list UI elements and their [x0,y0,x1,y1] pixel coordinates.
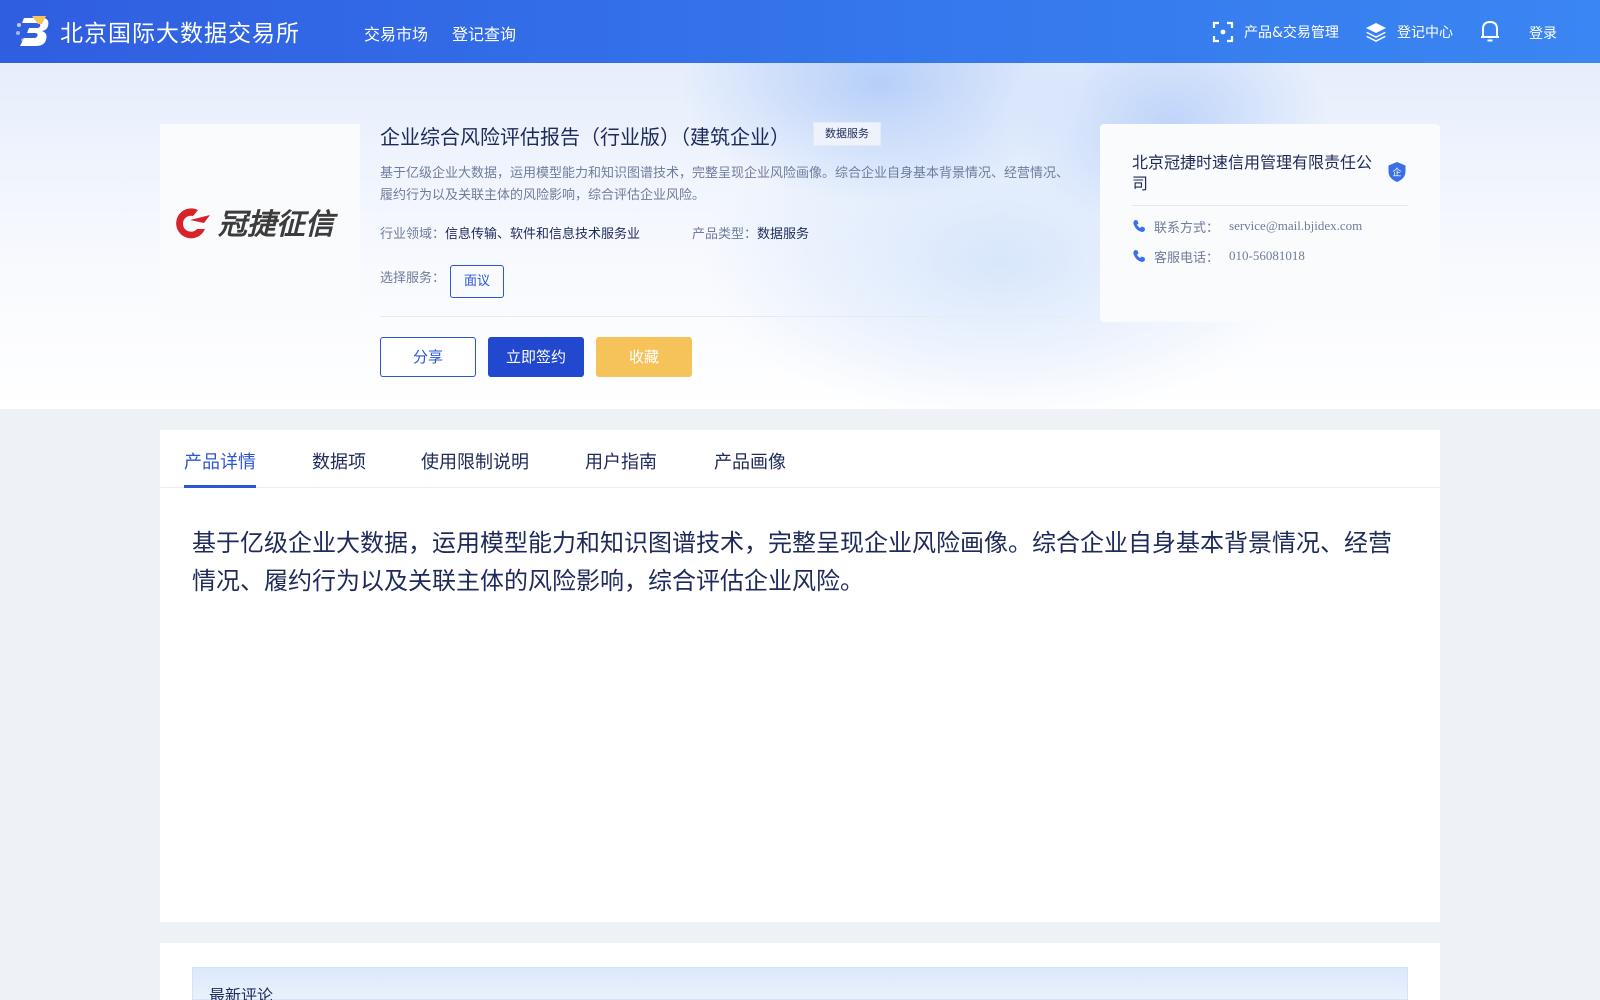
svg-text:冠捷征信: 冠捷征信 [218,207,338,241]
brand-logo-icon [16,16,49,46]
tab-user-guide[interactable]: 用户指南 [585,448,657,474]
service-phone-row: 客服电话： 010-56081018 [1132,246,1305,266]
product-type-value: 数据服务 [757,227,810,242]
product-hero: 冠捷征信 企业综合风险评估报告（行业版）（建筑企业） 数据服务 基于亿级企业大数… [0,63,1600,409]
phone-icon [1133,220,1145,232]
top-navigation-bar: 北京国际大数据交易所 交易市场 登记查询 产品&交易管理 登记中心 登录 [0,0,1600,63]
active-tab-indicator [184,485,256,488]
industry-field: 行业领域：信息传输、软件和信息技术服务业 [380,223,640,242]
select-service-label: 选择服务： [380,271,446,286]
contact-label: 联系方式： [1154,220,1220,236]
registry-center-label: 登记中心 [1397,25,1453,41]
industry-label: 行业领域： [380,227,446,242]
registry-center-link[interactable]: 登记中心 [1365,18,1453,46]
comments-title: 最新评论 [209,986,274,1000]
detail-tabs: 产品详情 数据项 使用限制说明 用户指南 产品画像 [160,430,1440,488]
scan-icon [1212,21,1234,43]
tab-usage-restrictions[interactable]: 使用限制说明 [421,448,529,474]
provider-logo: 冠捷征信 [176,207,338,241]
product-logo-card: 冠捷征信 [160,124,360,322]
sign-now-button[interactable]: 立即签约 [488,337,584,377]
comments-header: 最新评论 [192,967,1408,1000]
service-phone: 010-56081018 [1229,248,1305,263]
login-link[interactable]: 登录 [1529,23,1557,43]
favorite-button[interactable]: 收藏 [596,337,692,377]
product-detail-panel: 产品详情 数据项 使用限制说明 用户指南 产品画像 基于亿级企业大数据，运用模型… [160,430,1440,922]
product-type-badge: 数据服务 [813,122,881,146]
provider-divider [1132,205,1408,206]
product-trade-management-label: 产品&交易管理 [1244,25,1339,41]
brand-name: 北京国际大数据交易所 [60,21,300,47]
provider-name[interactable]: 北京冠捷时速信用管理有限责任公司 [1132,152,1382,194]
tab-product-details[interactable]: 产品详情 [184,448,256,474]
contact-email-row: 联系方式： service@mail.bjidex.com [1132,216,1362,236]
industry-value: 信息传输、软件和信息技术服务业 [445,227,641,242]
product-type-label: 产品类型： [692,227,758,242]
product-description: 基于亿级企业大数据，运用模型能力和知识图谱技术，完整呈现企业风险画像。综合企业自… [380,166,1070,203]
product-trade-management-link[interactable]: 产品&交易管理 [1212,18,1339,46]
brand[interactable]: 北京国际大数据交易所 [16,14,300,48]
product-detail-text: 基于亿级企业大数据，运用模型能力和知识图谱技术，完整呈现企业风险画像。综合企业自… [192,529,1392,595]
phone-icon [1133,250,1145,262]
phone-label: 客服电话： [1154,250,1220,266]
bell-icon[interactable] [1479,19,1501,43]
nav-registry-query[interactable]: 登记查询 [452,21,516,45]
tab-data-items[interactable]: 数据项 [312,448,366,474]
comments-section: 最新评论 [160,943,1440,1000]
product-title: 企业综合风险评估报告（行业版）（建筑企业） [380,125,790,149]
product-type-field: 产品类型：数据服务 [692,223,809,242]
provider-card: 北京冠捷时速信用管理有限责任公司 企 联系方式： service@mail.bj… [1100,124,1440,322]
service-option-negotiable[interactable]: 面议 [450,265,504,298]
shield-icon: 企 [1388,162,1406,182]
svg-text:企: 企 [1392,167,1401,179]
nav-trading-market[interactable]: 交易市场 [364,21,428,45]
tab-product-profile[interactable]: 产品画像 [714,448,786,474]
contact-email[interactable]: service@mail.bjidex.com [1229,218,1362,234]
divider [380,316,1069,317]
share-button[interactable]: 分享 [380,337,476,377]
layers-icon [1366,23,1386,42]
